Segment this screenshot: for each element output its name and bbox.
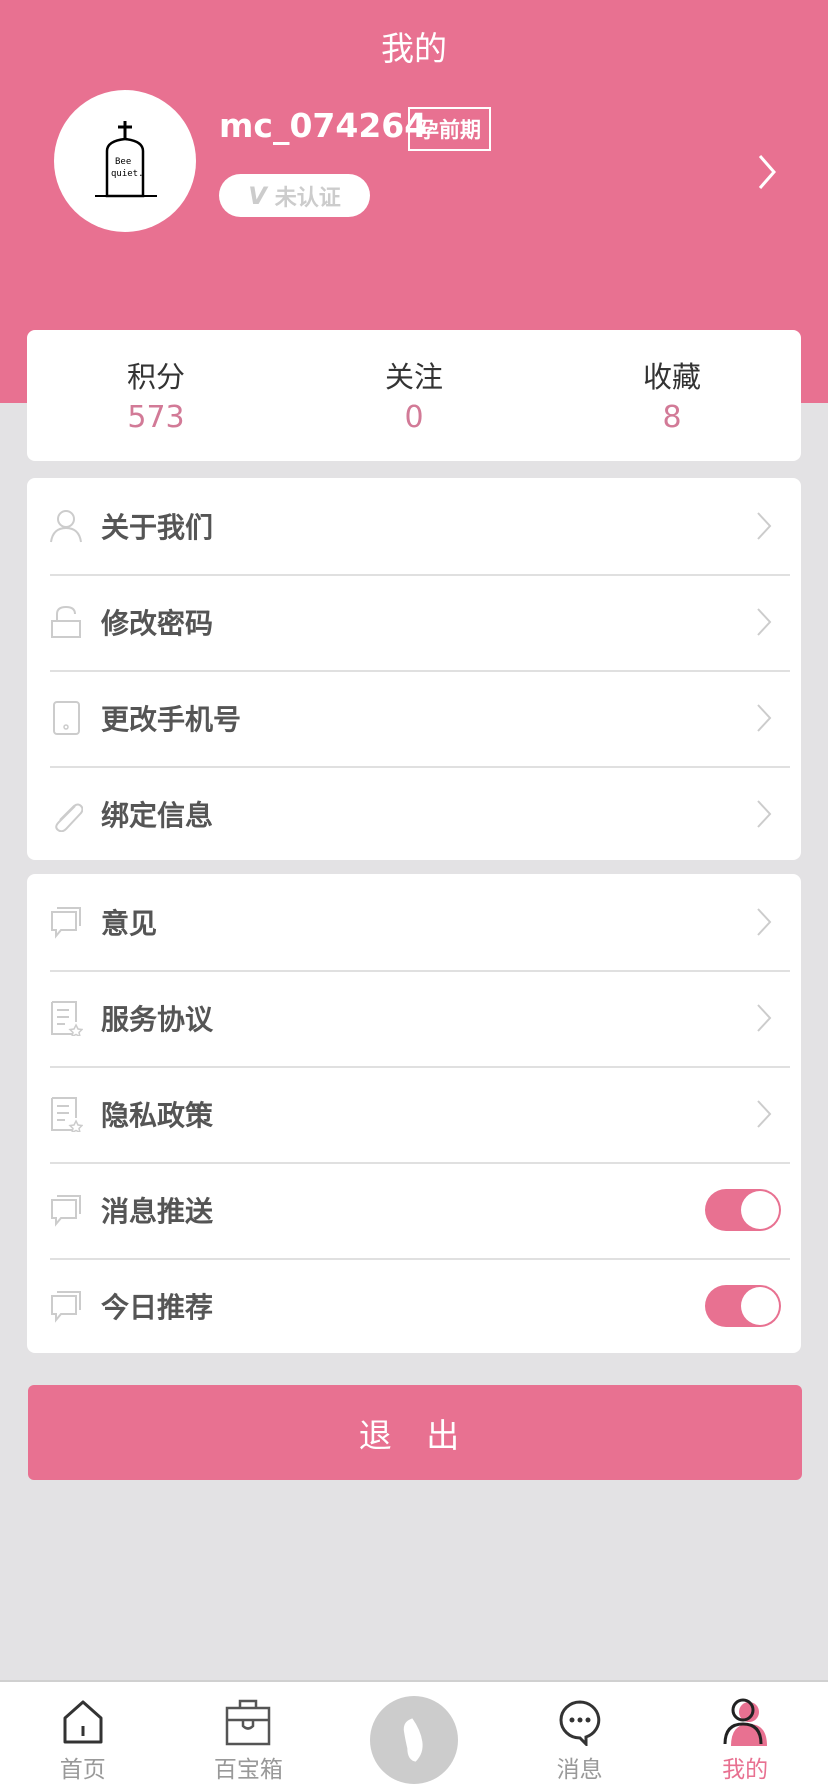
avatar[interactable]: Bee quiet. xyxy=(54,90,196,232)
chevron-right-icon xyxy=(757,800,772,828)
menu-item-change-phone[interactable]: 更改手机号 xyxy=(27,670,801,766)
comment-icon xyxy=(51,1195,81,1227)
nav-label: 我的 xyxy=(722,1757,769,1783)
chevron-right-icon xyxy=(757,512,772,540)
profile-icon xyxy=(723,1698,768,1746)
lock-icon xyxy=(51,605,81,638)
document-icon xyxy=(51,1001,83,1036)
svg-text:Bee: Bee xyxy=(115,157,131,167)
menu-item-service-agreement[interactable]: 服务协议 xyxy=(27,970,801,1066)
paperclip-icon xyxy=(55,803,83,832)
stat-label: 积分 xyxy=(126,360,185,394)
home-icon xyxy=(63,1700,103,1744)
chevron-right-icon xyxy=(757,608,772,636)
daily-recommend-toggle[interactable] xyxy=(705,1285,781,1327)
stat-points[interactable]: 积分 573 xyxy=(27,330,285,461)
nav-messages[interactable]: 消息 xyxy=(497,1682,663,1792)
baby-icon xyxy=(369,1696,458,1784)
menu-label: 关于我们 xyxy=(101,511,214,544)
logout-button[interactable]: 退 出 xyxy=(28,1385,802,1480)
verify-badge[interactable]: V 未认证 xyxy=(219,174,370,217)
stage-badge: 孕前期 xyxy=(408,107,491,151)
menu-item-daily-recommend: 今日推荐 xyxy=(27,1258,801,1354)
menu-label: 隐私政策 xyxy=(101,1099,214,1132)
stats-card: 积分 573 关注 0 收藏 8 xyxy=(27,330,801,461)
phone-icon xyxy=(53,701,80,735)
menu-item-privacy-policy[interactable]: 隐私政策 xyxy=(27,1066,801,1162)
nav-center[interactable] xyxy=(331,1682,497,1792)
nav-label: 消息 xyxy=(556,1757,603,1783)
menu-label: 绑定信息 xyxy=(101,799,214,832)
document-icon xyxy=(51,1097,83,1132)
nav-mine[interactable]: 我的 xyxy=(662,1682,828,1792)
chevron-right-icon xyxy=(757,1004,772,1032)
stat-value: 8 xyxy=(662,400,682,435)
account-menu: 关于我们 修改密码 更改手机号 绑定信息 xyxy=(27,478,801,860)
nav-label: 首页 xyxy=(59,1757,106,1783)
menu-item-change-password[interactable]: 修改密码 xyxy=(27,574,801,670)
page-title: 我的 xyxy=(381,29,447,68)
chevron-right-icon xyxy=(757,1100,772,1128)
menu-label: 修改密码 xyxy=(101,607,214,640)
v-check-icon: V xyxy=(248,181,267,210)
message-icon xyxy=(559,1700,600,1746)
tombstone-avatar-icon: Bee quiet. xyxy=(95,121,157,198)
stat-value: 0 xyxy=(404,400,424,435)
nav-toolbox[interactable]: 百宝箱 xyxy=(166,1682,332,1792)
menu-item-feedback[interactable]: 意见 xyxy=(27,874,801,970)
chevron-right-icon xyxy=(757,704,772,732)
nav-home[interactable]: 首页 xyxy=(0,1682,166,1792)
bottom-nav: 首页 百宝箱 消息 我的 xyxy=(0,1680,828,1792)
chevron-right-icon[interactable] xyxy=(752,150,782,194)
stat-label: 关注 xyxy=(384,360,443,394)
settings-menu: 意见 服务协议 隐私政策 消息推送 今日推荐 xyxy=(27,874,801,1353)
username: mc_074264 xyxy=(219,106,428,145)
toolbox-icon xyxy=(226,1699,271,1746)
verify-status: 未认证 xyxy=(274,185,341,211)
user-icon xyxy=(50,510,82,543)
comment-icon xyxy=(51,1291,81,1323)
menu-label: 更改手机号 xyxy=(101,703,242,736)
chevron-right-icon xyxy=(757,908,772,936)
menu-label: 服务协议 xyxy=(101,1003,214,1036)
menu-label: 今日推荐 xyxy=(101,1291,214,1324)
stat-label: 收藏 xyxy=(642,360,701,394)
menu-item-push-notifications: 消息推送 xyxy=(27,1162,801,1258)
menu-label: 意见 xyxy=(101,907,158,940)
stat-following[interactable]: 关注 0 xyxy=(285,330,543,461)
menu-label: 消息推送 xyxy=(101,1195,214,1228)
menu-item-about[interactable]: 关于我们 xyxy=(27,478,801,574)
push-notifications-toggle[interactable] xyxy=(705,1189,781,1231)
comment-icon xyxy=(51,907,81,939)
svg-text:quiet.: quiet. xyxy=(111,169,144,179)
menu-item-binding-info[interactable]: 绑定信息 xyxy=(27,766,801,862)
stat-value: 573 xyxy=(127,400,185,435)
stat-favorites[interactable]: 收藏 8 xyxy=(543,330,801,461)
nav-label: 百宝箱 xyxy=(213,1757,283,1783)
